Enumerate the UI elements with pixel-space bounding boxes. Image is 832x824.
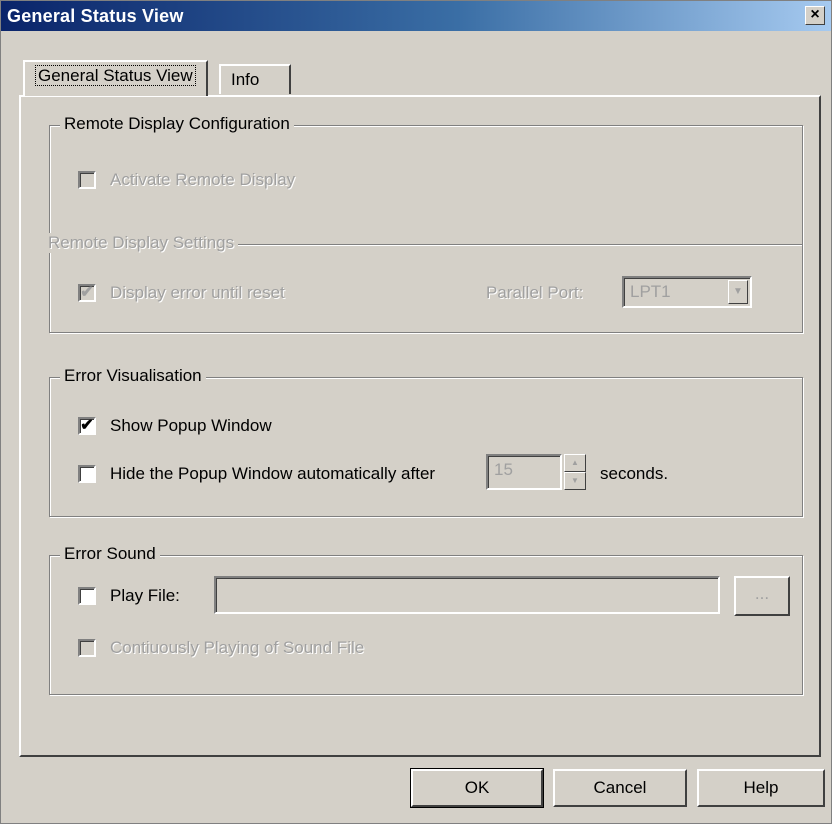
checkbox-label: Contiuously Playing of Sound File: [110, 638, 365, 657]
tab-label: General Status View: [35, 65, 196, 86]
close-icon: ×: [810, 6, 820, 23]
checkbox-box: [78, 587, 96, 605]
parallel-port-select[interactable]: LPT1 ▼: [622, 276, 752, 308]
check-icon: ✔: [78, 284, 96, 302]
tab-general-status-view[interactable]: General Status View: [23, 60, 208, 96]
group-legend: Error Sound: [60, 544, 160, 564]
checkbox-label: Display error until reset: [110, 283, 285, 302]
help-button[interactable]: Help: [697, 769, 825, 807]
seconds-value: 15: [494, 460, 513, 479]
tab-info[interactable]: Info: [219, 64, 291, 94]
error-visualisation-group: Error Visualisation ✔ Show Popup Window …: [49, 366, 803, 517]
dialog-window: General Status View × General Status Vie…: [0, 0, 832, 824]
remote-display-group: Remote Display Configuration Activate Re…: [44, 114, 803, 333]
play-file-checkbox[interactable]: Play File:: [78, 586, 180, 606]
sound-file-input[interactable]: [214, 576, 720, 614]
seconds-input[interactable]: 15: [486, 454, 562, 490]
seconds-spinner[interactable]: ▲ ▼: [564, 454, 586, 490]
parallel-port-value: LPT1: [630, 282, 671, 301]
cancel-button[interactable]: Cancel: [553, 769, 687, 807]
checkbox-label: Show Popup Window: [110, 416, 272, 435]
check-icon: ✔: [78, 417, 96, 435]
parallel-port-label: Parallel Port:: [486, 283, 584, 302]
tab-panel: Remote Display Configuration Activate Re…: [19, 95, 821, 757]
group-legend: Error Visualisation: [60, 366, 206, 386]
checkbox-label: Activate Remote Display: [110, 170, 296, 189]
activate-remote-display-checkbox[interactable]: Activate Remote Display: [78, 170, 295, 190]
continuous-play-checkbox[interactable]: Contiuously Playing of Sound File: [78, 638, 364, 658]
checkbox-box: [78, 171, 96, 189]
browse-button[interactable]: ...: [734, 576, 790, 616]
checkbox-box: [78, 465, 96, 483]
close-button[interactable]: ×: [805, 6, 825, 25]
show-popup-window-checkbox[interactable]: ✔ Show Popup Window: [78, 416, 272, 436]
error-sound-group: Error Sound Play File: ... Contiuously P…: [49, 544, 803, 695]
seconds-label: seconds.: [600, 464, 669, 483]
checkbox-box: [78, 639, 96, 657]
checkbox-label: Play File:: [110, 586, 180, 605]
ok-button[interactable]: OK: [410, 768, 544, 808]
title-bar[interactable]: General Status View ×: [1, 1, 831, 31]
spin-down-icon[interactable]: ▼: [564, 472, 586, 490]
hide-popup-window-checkbox[interactable]: Hide the Popup Window automatically afte…: [78, 464, 435, 484]
tab-label: Info: [231, 70, 260, 89]
chevron-down-icon[interactable]: ▼: [728, 280, 748, 304]
display-error-until-reset-checkbox[interactable]: ✔ Display error until reset: [78, 283, 285, 303]
window-title: General Status View: [7, 6, 184, 26]
group-legend: Remote Display Configuration: [60, 114, 294, 134]
spin-up-icon[interactable]: ▲: [564, 454, 586, 472]
checkbox-label: Hide the Popup Window automatically afte…: [110, 464, 436, 483]
settings-legend: Remote Display Settings: [44, 233, 239, 253]
